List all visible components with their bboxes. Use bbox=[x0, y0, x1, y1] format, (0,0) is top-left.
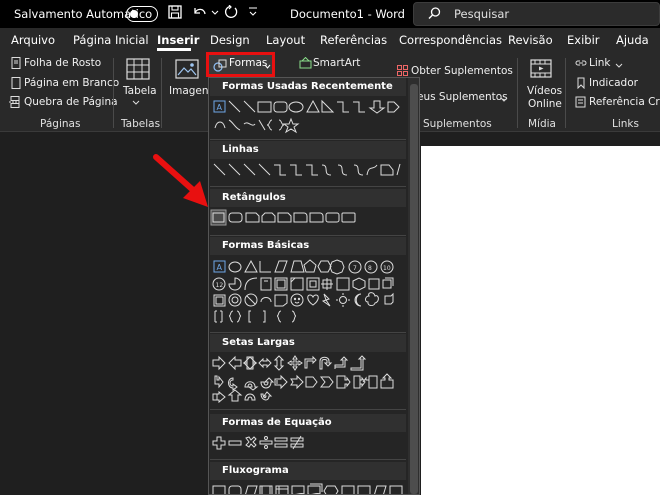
svg-text:12: 12 bbox=[216, 282, 224, 289]
smartart-icon bbox=[299, 56, 312, 72]
customize-toolbar-icon[interactable] bbox=[248, 5, 258, 24]
link-icon bbox=[575, 58, 587, 71]
scrollbar-thumb[interactable] bbox=[410, 84, 418, 494]
active-tab-indicator bbox=[157, 48, 191, 51]
ribbon-tabs: Arquivo Página Inicial Inserir Design La… bbox=[0, 28, 660, 52]
section-divider bbox=[210, 139, 406, 140]
obter-suplementos-button[interactable]: Obter Suplementos bbox=[411, 65, 513, 77]
group-separator bbox=[161, 58, 162, 128]
search-box[interactable]: Pesquisar bbox=[413, 2, 660, 26]
svg-text:8: 8 bbox=[368, 265, 372, 272]
svg-text:10: 10 bbox=[383, 265, 391, 272]
block-arrow-shapes[interactable] bbox=[209, 354, 407, 422]
search-icon bbox=[428, 7, 441, 19]
section-divider bbox=[210, 459, 406, 460]
group-suplementos: Suplementos bbox=[423, 118, 492, 130]
equation-shapes[interactable] bbox=[209, 434, 407, 454]
rectangle-shapes[interactable] bbox=[209, 209, 407, 229]
dropdown-scrollbar[interactable] bbox=[408, 78, 419, 494]
tab-inserir[interactable]: Inserir bbox=[157, 33, 199, 47]
quebra-de-pagina-icon bbox=[9, 96, 22, 111]
group-paginas: Páginas bbox=[40, 118, 81, 130]
formas-chevron-icon bbox=[264, 61, 271, 73]
link-button[interactable]: Link bbox=[589, 57, 611, 69]
recent-shapes[interactable]: A bbox=[209, 98, 407, 138]
tab-correspondencias[interactable]: Correspondências bbox=[399, 33, 502, 47]
group-separator bbox=[565, 58, 566, 128]
search-placeholder: Pesquisar bbox=[454, 7, 510, 21]
tab-ajuda[interactable]: Ajuda bbox=[616, 33, 649, 47]
undo-dropdown-icon[interactable] bbox=[211, 5, 219, 24]
section-header-formas-basicas: Formas Básicas bbox=[210, 237, 406, 255]
toggle-knob bbox=[130, 9, 138, 18]
quebra-de-pagina-button[interactable]: Quebra de Página bbox=[24, 96, 118, 108]
formas-button[interactable]: Formas bbox=[206, 52, 275, 77]
section-header-retangulos: Retângulos bbox=[210, 189, 406, 207]
tab-layout[interactable]: Layout bbox=[266, 33, 305, 47]
section-header-fluxograma: Fluxograma bbox=[210, 462, 406, 480]
autosave-toggle[interactable] bbox=[126, 6, 158, 22]
pagina-em-branco-icon bbox=[11, 77, 22, 92]
svg-text:A: A bbox=[217, 103, 223, 112]
meus-suplementos-button[interactable]: eus Suplementos bbox=[417, 91, 508, 103]
svg-text:A: A bbox=[217, 263, 223, 272]
group-separator bbox=[517, 58, 518, 128]
document-title: Documento1 - Word bbox=[290, 7, 405, 21]
basic-shapes[interactable]: A 7 8 10 12 bbox=[209, 258, 407, 326]
tab-revisao[interactable]: Revisão bbox=[508, 33, 553, 47]
section-divider bbox=[210, 332, 406, 333]
shapes-icon bbox=[213, 59, 227, 75]
section-divider bbox=[210, 409, 406, 410]
referencia-cruzada-button[interactable]: Referência Cruza bbox=[589, 96, 660, 108]
section-header-recent: Formas Usadas Recentemente bbox=[210, 78, 406, 96]
pagina-em-branco-button[interactable]: Página em Branco bbox=[24, 77, 119, 89]
tabela-chevron-icon bbox=[132, 97, 140, 109]
tabela-button[interactable]: Tabela bbox=[123, 85, 157, 97]
image-icon bbox=[175, 58, 199, 83]
cross-reference-icon bbox=[575, 96, 587, 111]
bookmark-icon bbox=[576, 77, 586, 92]
save-icon[interactable] bbox=[168, 5, 182, 24]
link-chevron-icon bbox=[615, 60, 623, 72]
tab-pagina-inicial[interactable]: Página Inicial bbox=[73, 33, 149, 47]
meus-suplementos-chevron-icon bbox=[500, 94, 508, 106]
tab-design[interactable]: Design bbox=[210, 33, 250, 47]
video-icon bbox=[530, 58, 552, 83]
document-page[interactable] bbox=[421, 146, 660, 495]
section-header-linhas: Linhas bbox=[210, 141, 406, 159]
smartart-button[interactable]: SmartArt bbox=[313, 57, 360, 69]
table-icon bbox=[126, 58, 150, 83]
videos-online-label-line2: Online bbox=[528, 98, 562, 110]
group-tabelas: Tabelas bbox=[121, 118, 161, 130]
tab-exibir[interactable]: Exibir bbox=[567, 33, 600, 47]
videos-online-button[interactable]: Vídeos bbox=[527, 85, 562, 97]
group-separator bbox=[113, 58, 114, 128]
redo-icon[interactable] bbox=[222, 4, 238, 24]
tab-arquivo[interactable]: Arquivo bbox=[11, 33, 55, 47]
folha-de-rosto-icon bbox=[11, 57, 22, 72]
flowchart-shapes[interactable] bbox=[209, 482, 407, 495]
formas-label: Formas bbox=[229, 57, 268, 69]
section-divider bbox=[210, 186, 406, 187]
section-header-formas-de-equacao: Formas de Equação bbox=[210, 414, 406, 432]
group-links: Links bbox=[612, 118, 639, 130]
line-shapes[interactable] bbox=[209, 161, 407, 181]
indicador-button[interactable]: Indicador bbox=[589, 77, 638, 89]
folha-de-rosto-button[interactable]: Folha de Rosto bbox=[24, 57, 101, 69]
tab-referencias[interactable]: Referências bbox=[320, 33, 387, 47]
title-bar: Salvamento Automático Documento1 - Word … bbox=[0, 0, 660, 28]
section-divider bbox=[210, 235, 406, 236]
section-header-setas-largas: Setas Largas bbox=[210, 334, 406, 352]
undo-icon[interactable] bbox=[192, 5, 208, 24]
formas-dropdown: Formas Usadas Recentemente A Linhas Retâ… bbox=[208, 77, 420, 495]
group-midia: Mídia bbox=[528, 118, 556, 130]
svg-text:7: 7 bbox=[353, 265, 357, 272]
